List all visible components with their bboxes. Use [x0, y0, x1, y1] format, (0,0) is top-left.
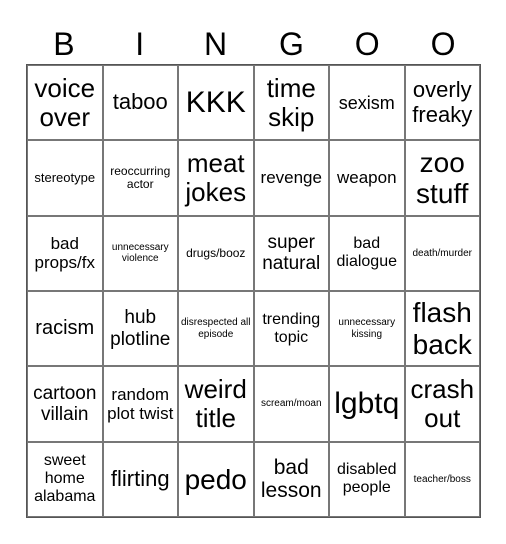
bingo-grid: voice over taboo KKK time skip sexism overly …: [26, 64, 481, 518]
bingo-cell[interactable]: sexism: [329, 65, 405, 141]
bingo-cell[interactable]: taboo: [102, 65, 178, 141]
bingo-cell[interactable]: stereotype: [27, 140, 103, 216]
header-letter: O: [354, 26, 380, 62]
bingo-cell[interactable]: weapon: [329, 140, 405, 216]
bingo-cell[interactable]: super natural: [253, 215, 329, 291]
bingo-cell[interactable]: lgbtq: [329, 366, 405, 442]
bingo-cell[interactable]: bad lesson: [253, 441, 329, 517]
bingo-cell[interactable]: racism: [27, 291, 103, 367]
bingo-cell[interactable]: bad dialogue: [329, 215, 405, 291]
bingo-cell[interactable]: bad props/fx: [27, 215, 103, 291]
header-letter: I: [135, 26, 145, 62]
bingo-cell[interactable]: random plot twist: [102, 366, 178, 442]
header-letter: O: [430, 26, 456, 62]
header-letter: G: [278, 26, 304, 62]
bingo-cell[interactable]: reoccurring actor: [102, 140, 178, 216]
header-letter: N: [204, 26, 228, 62]
bingo-cell[interactable]: trending topic: [253, 291, 329, 367]
bingo-cell[interactable]: time skip: [253, 65, 329, 141]
bingo-cell[interactable]: death/murder: [404, 215, 480, 291]
bingo-cell[interactable]: unnecessary violence: [102, 215, 178, 291]
bingo-cell[interactable]: voice over: [27, 65, 103, 141]
bingo-cell[interactable]: weird title: [178, 366, 254, 442]
bingo-cell[interactable]: disrespected all episode: [178, 291, 254, 367]
bingo-cell[interactable]: KKK: [178, 65, 254, 141]
bingo-cell[interactable]: scream/moan: [253, 366, 329, 442]
bingo-header: BINGOO: [26, 24, 481, 64]
bingo-cell[interactable]: drugs/booz: [178, 215, 254, 291]
bingo-cell[interactable]: revenge: [253, 140, 329, 216]
bingo-cell[interactable]: flirting: [102, 441, 178, 517]
bingo-cell[interactable]: teacher/boss: [404, 441, 480, 517]
bingo-cell[interactable]: flash back: [404, 291, 480, 367]
bingo-cell[interactable]: cartoon villain: [27, 366, 103, 442]
bingo-cell[interactable]: crash out: [404, 366, 480, 442]
bingo-cell[interactable]: zoo stuff: [404, 140, 480, 216]
bingo-cell[interactable]: hub plotline: [102, 291, 178, 367]
bingo-cell[interactable]: pedo: [178, 441, 254, 517]
bingo-cell[interactable]: unnecessary kissing: [329, 291, 405, 367]
bingo-cell[interactable]: sweet home alabama: [27, 441, 103, 517]
bingo-cell[interactable]: meat jokes: [178, 140, 254, 216]
header-letter: B: [53, 26, 75, 62]
bingo-cell[interactable]: overly freaky: [404, 65, 480, 141]
bingo-cell[interactable]: disabled people: [329, 441, 405, 517]
